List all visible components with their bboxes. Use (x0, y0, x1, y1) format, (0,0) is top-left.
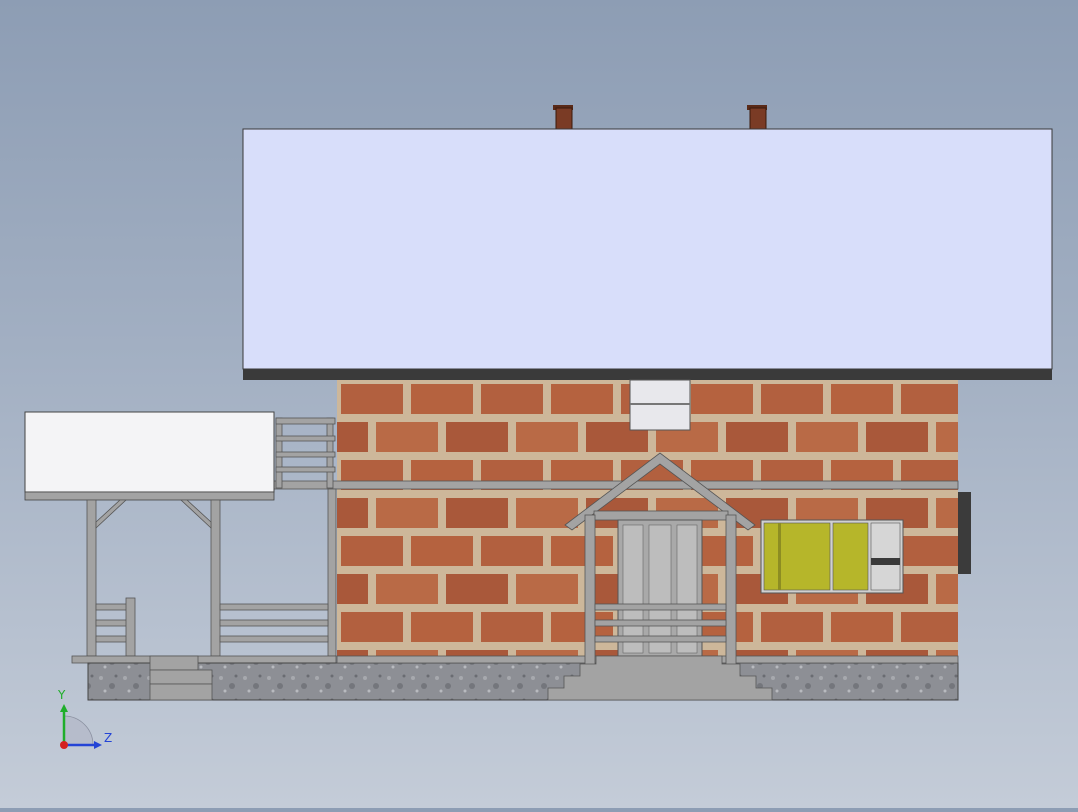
graphics-viewport[interactable] (0, 0, 1078, 808)
porch-roof[interactable] (24, 411, 275, 501)
balcony-railing[interactable] (275, 417, 336, 489)
upper-window[interactable] (629, 379, 691, 431)
side-unit[interactable] (958, 492, 971, 574)
selected-window[interactable] (760, 519, 904, 594)
porch-frame[interactable] (71, 488, 337, 664)
main-roof[interactable] (242, 128, 1053, 380)
entry-door[interactable] (617, 519, 703, 657)
triad-arc (63, 715, 94, 746)
x-axis-origin (60, 741, 68, 749)
foundation[interactable] (87, 655, 959, 701)
entrance-railing[interactable] (594, 603, 727, 643)
coordinate-triad (60, 704, 102, 749)
z-axis-label: Z (104, 731, 113, 745)
y-axis-label: Y (58, 688, 66, 702)
